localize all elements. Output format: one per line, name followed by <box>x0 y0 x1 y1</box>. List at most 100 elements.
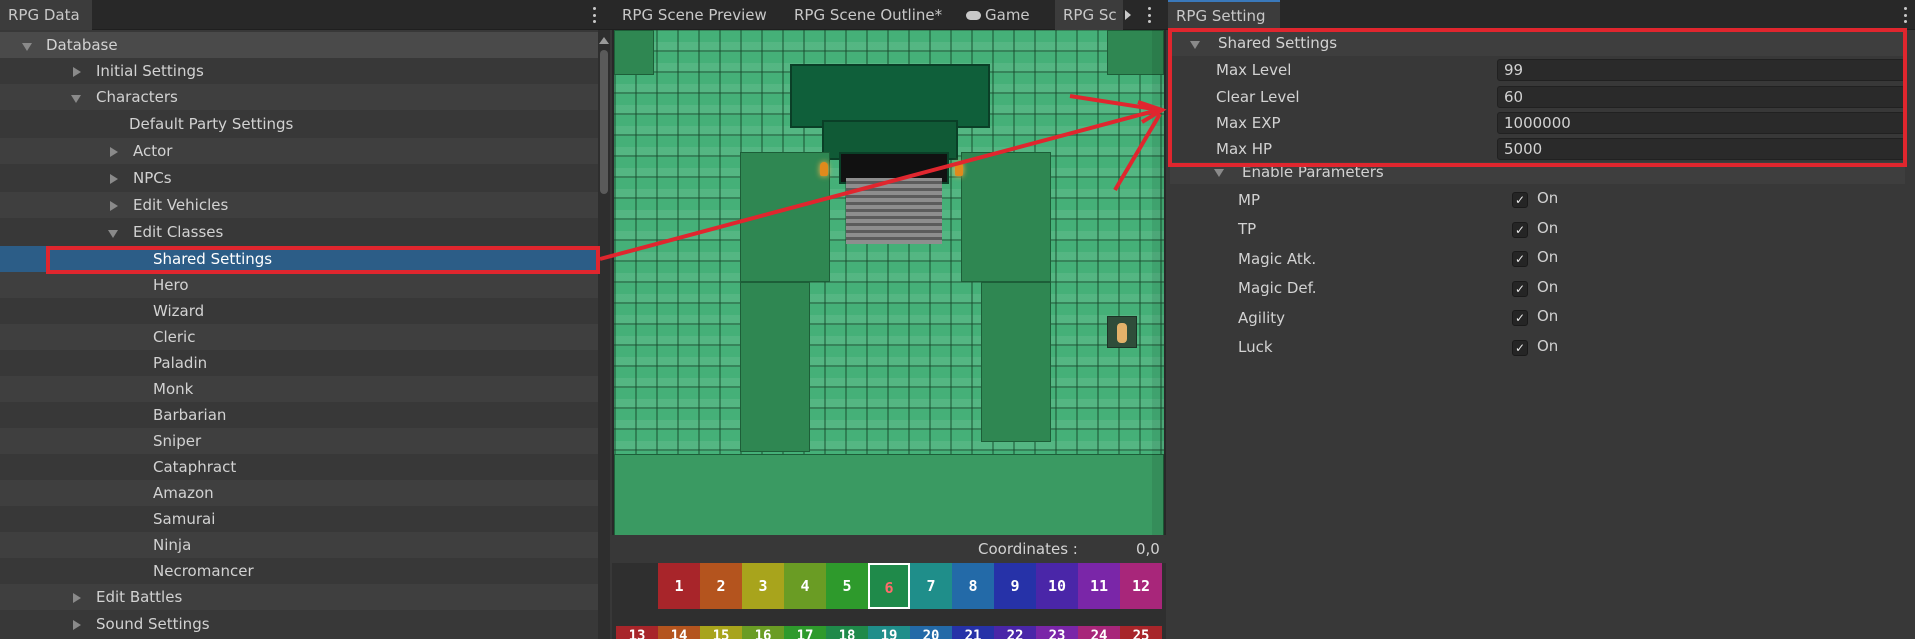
palette-tile-19[interactable]: 19 <box>868 626 910 639</box>
checkbox-luck[interactable]: ✓ <box>1512 340 1528 356</box>
tree-item-label: Actor <box>133 142 173 160</box>
tree-item-label: Sound Settings <box>96 615 210 633</box>
map-stairs <box>846 178 942 244</box>
tree-item-necromancer[interactable]: Necromancer <box>0 558 598 584</box>
tree-item-hero[interactable]: Hero <box>0 272 598 298</box>
collapsed-triangle-icon <box>110 174 118 184</box>
tab-rpg-scene-preview[interactable]: RPG Scene Preview <box>614 0 775 30</box>
rpg-setting-tabbar: RPG Setting <box>1166 0 1915 30</box>
param-label-magic-def: Magic Def. <box>1238 279 1317 297</box>
checkbox-luck-state: On <box>1537 337 1559 355</box>
palette-tile-9[interactable]: 9 <box>994 563 1036 609</box>
palette-tile-18[interactable]: 18 <box>826 626 868 639</box>
palette-tile-12[interactable]: 12 <box>1120 563 1162 609</box>
scene-map-canvas[interactable] <box>614 30 1164 535</box>
map-block <box>961 152 1051 282</box>
tree-item-default-party-settings[interactable]: Default Party Settings <box>0 111 598 137</box>
tree-item-label: Amazon <box>153 484 214 502</box>
tab-rpg-scene-settings[interactable]: RPG Sc <box>1055 0 1123 30</box>
panel-menu-icon[interactable] <box>1903 7 1907 23</box>
checkbox-magic-def[interactable]: ✓ <box>1512 281 1528 297</box>
checkbox-magic-atk[interactable]: ✓ <box>1512 251 1528 267</box>
tree-item-initial-settings[interactable]: Initial Settings <box>0 58 598 84</box>
palette-tile-7[interactable]: 7 <box>910 563 952 609</box>
palette-tile-6-selected[interactable]: 6 <box>868 563 910 609</box>
map-block <box>614 454 1164 535</box>
tab-rpg-data[interactable]: RPG Data <box>0 0 92 30</box>
panel-menu-icon[interactable] <box>1147 7 1151 23</box>
tree-item-actor[interactable]: Actor <box>0 138 598 164</box>
tree-item-cataphract[interactable]: Cataphract <box>0 454 598 480</box>
tree-item-npcs[interactable]: NPCs <box>0 165 598 191</box>
palette-tile-17[interactable]: 17 <box>784 626 826 639</box>
tree-item-cleric[interactable]: Cleric <box>0 324 598 350</box>
tree-item-monk[interactable]: Monk <box>0 376 598 402</box>
checkbox-tp[interactable]: ✓ <box>1512 222 1528 238</box>
palette-tile-20[interactable]: 20 <box>910 626 952 639</box>
palette-tile-25[interactable]: 25 <box>1120 626 1162 639</box>
collapsed-triangle-icon <box>110 147 118 157</box>
player-character-icon[interactable] <box>1107 316 1137 348</box>
tree-item-wizard[interactable]: Wizard <box>0 298 598 324</box>
scene-tabbar: RPG Scene Preview RPG Scene Outline* Gam… <box>612 0 1166 30</box>
coordinates-bar: Coordinates : 0,0 <box>612 535 1166 563</box>
tree-root-label: Database <box>46 36 118 54</box>
map-pool-top <box>790 64 990 128</box>
tab-rpg-setting[interactable]: RPG Setting <box>1168 0 1280 30</box>
tab-overflow-icon[interactable] <box>1125 10 1131 20</box>
gamepad-icon <box>966 11 981 20</box>
map-edge <box>1152 30 1164 535</box>
expanded-triangle-icon <box>1214 169 1224 177</box>
expanded-triangle-icon <box>22 43 32 51</box>
palette-tile-1[interactable]: 1 <box>658 563 700 609</box>
tree-item-samurai[interactable]: Samurai <box>0 506 598 532</box>
tree-item-label: Sniper <box>153 432 202 450</box>
tree-item-amazon[interactable]: Amazon <box>0 480 598 506</box>
tree-item-paladin[interactable]: Paladin <box>0 350 598 376</box>
tree-root[interactable]: Database <box>0 32 600 58</box>
tab-game[interactable]: Game <box>962 0 1038 30</box>
panel-menu-icon[interactable] <box>592 7 596 23</box>
tree-item-label: Default Party Settings <box>129 115 294 133</box>
highlight-box-tree-selection <box>46 246 600 274</box>
palette-tile-16[interactable]: 16 <box>742 626 784 639</box>
collapsed-triangle-icon <box>73 593 81 603</box>
tree-item-characters[interactable]: Characters <box>0 84 598 110</box>
palette-tile-24[interactable]: 24 <box>1078 626 1120 639</box>
tab-rpg-scene-outline[interactable]: RPG Scene Outline* <box>786 0 950 30</box>
tree-item-edit-classes[interactable]: Edit Classes <box>0 219 598 245</box>
tree-item-edit-battles[interactable]: Edit Battles <box>0 584 598 610</box>
palette-tile-5[interactable]: 5 <box>826 563 868 609</box>
tile-palette: 1 2 3 4 5 6 7 8 9 10 11 12 13 14 15 16 1… <box>612 563 1166 639</box>
palette-tile-14[interactable]: 14 <box>658 626 700 639</box>
palette-tile-3[interactable]: 3 <box>742 563 784 609</box>
tree-scrollbar-thumb[interactable] <box>600 50 608 194</box>
palette-tile-11[interactable]: 11 <box>1078 563 1120 609</box>
tree-item-ninja[interactable]: Ninja <box>0 532 598 558</box>
tree-item-label: Characters <box>96 88 178 106</box>
palette-tile-13[interactable]: 13 <box>616 626 658 639</box>
tree-item-barbarian[interactable]: Barbarian <box>0 402 598 428</box>
palette-tile-10[interactable]: 10 <box>1036 563 1078 609</box>
palette-tile-8[interactable]: 8 <box>952 563 994 609</box>
tree-item-label: Cleric <box>153 328 196 346</box>
checkbox-agility[interactable]: ✓ <box>1512 310 1528 326</box>
palette-tile-22[interactable]: 22 <box>994 626 1036 639</box>
scroll-up-arrow-icon[interactable] <box>599 37 609 44</box>
palette-tile-15[interactable]: 15 <box>700 626 742 639</box>
checkbox-mp[interactable]: ✓ <box>1512 192 1528 208</box>
tree-item-sniper[interactable]: Sniper <box>0 428 598 454</box>
coordinates-value: 0,0 <box>1136 540 1160 558</box>
highlight-box-shared-settings <box>1168 28 1907 167</box>
expanded-triangle-icon <box>71 95 81 103</box>
tree-item-sound-settings[interactable]: Sound Settings <box>0 611 598 637</box>
rpg-data-panel: RPG Data Database Initial Settings Chara… <box>0 0 612 639</box>
palette-tile-2[interactable]: 2 <box>700 563 742 609</box>
palette-tile-21[interactable]: 21 <box>952 626 994 639</box>
palette-tile-4[interactable]: 4 <box>784 563 826 609</box>
param-label-mp: MP <box>1238 191 1260 209</box>
tree-item-edit-vehicles[interactable]: Edit Vehicles <box>0 192 598 218</box>
palette-tile-23[interactable]: 23 <box>1036 626 1078 639</box>
coordinates-label: Coordinates : <box>978 540 1078 558</box>
tree-item-label: Necromancer <box>153 562 254 580</box>
